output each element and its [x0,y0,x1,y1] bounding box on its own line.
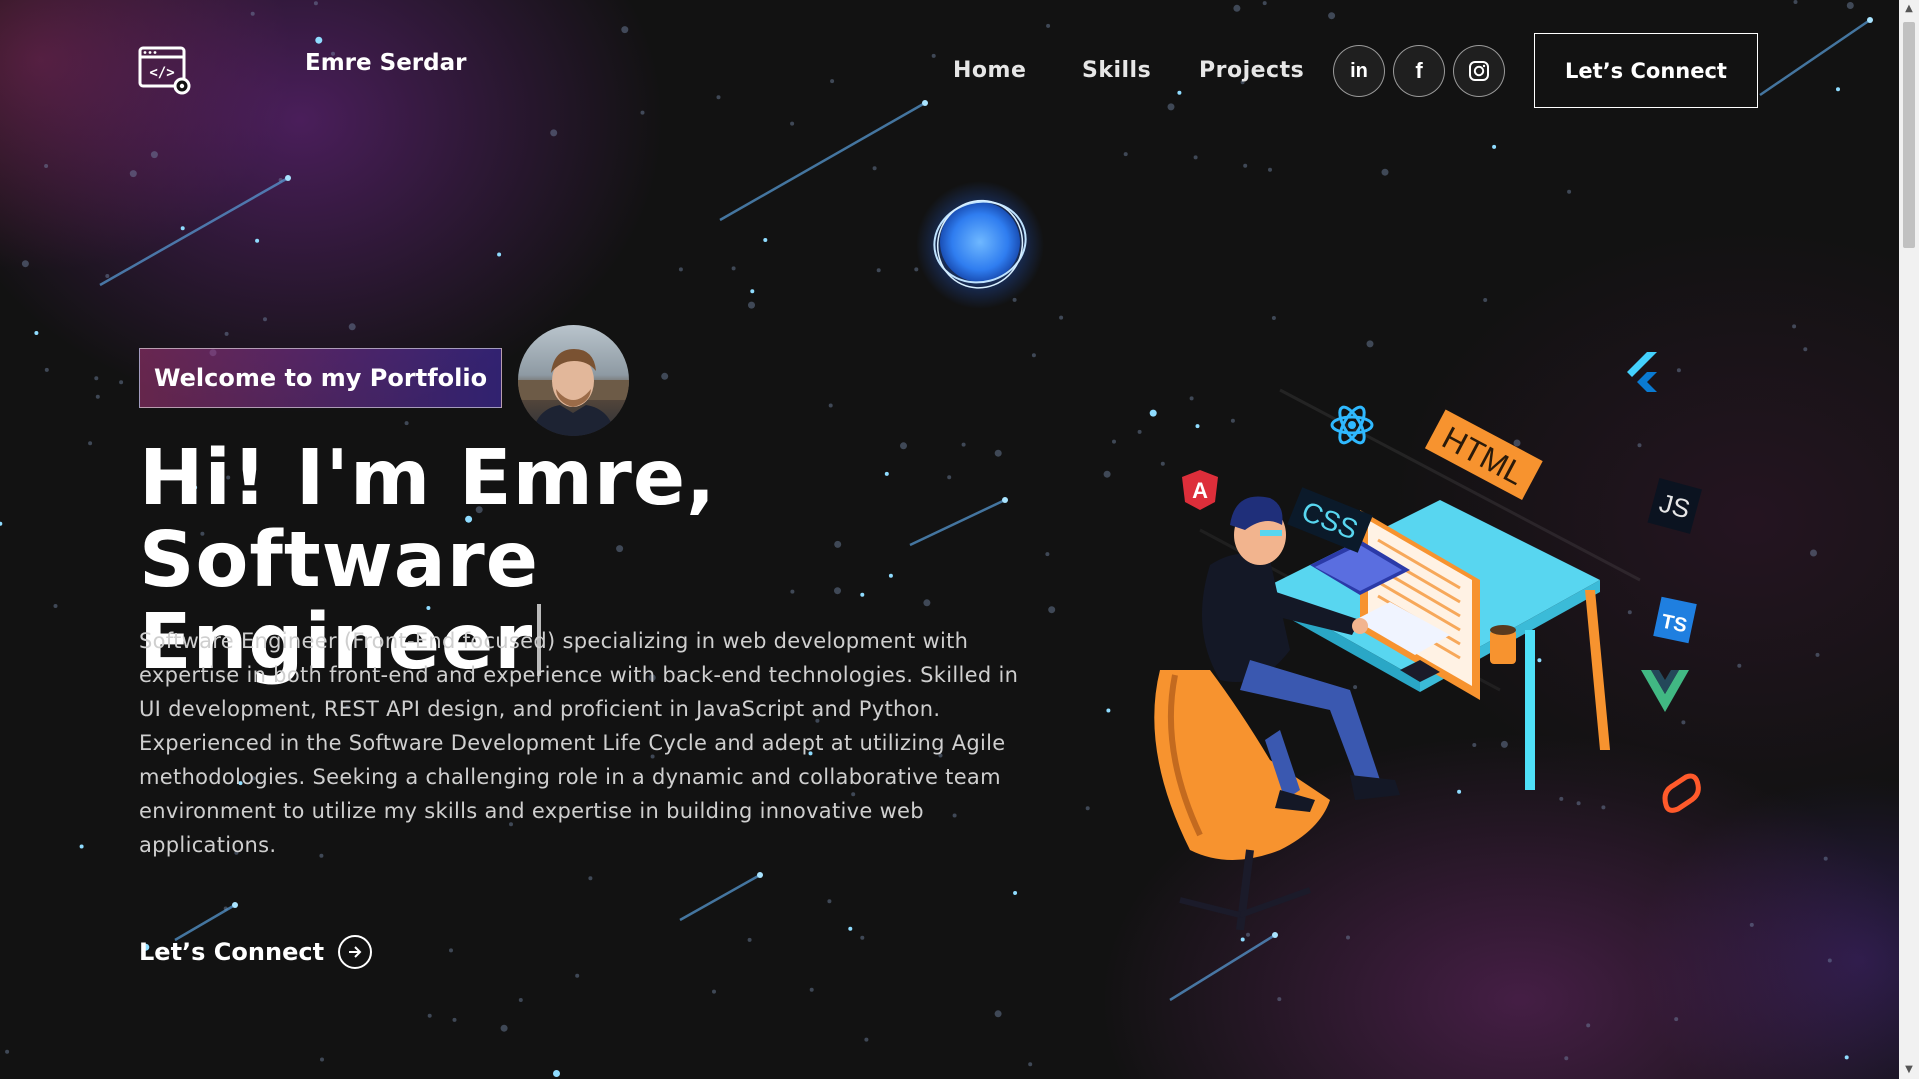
js-tag-icon: JS [1647,478,1702,534]
scrollbar[interactable]: ▲ ▼ [1899,0,1919,1079]
nav-link-home[interactable]: Home [953,58,1026,83]
scroll-up-arrow[interactable]: ▲ [1899,0,1919,18]
nav-link-skills[interactable]: Skills [1082,58,1151,83]
brand-name: Emre Serdar [305,50,467,76]
lets-connect-button[interactable]: Let’s Connect [1534,33,1758,108]
code-window-gear-icon[interactable]: </> [138,46,192,96]
scroll-thumb[interactable] [1903,22,1915,248]
facebook-button[interactable]: f [1393,45,1445,97]
scroll-down-arrow[interactable]: ▼ [1899,1061,1919,1079]
angular-icon: A [1182,470,1218,510]
hero-connect-link[interactable]: Let’s Connect [139,935,373,969]
linkedin-button[interactable]: in [1333,45,1385,97]
vue-icon [1641,670,1689,712]
react-icon [1330,405,1374,445]
nav-link-projects[interactable]: Projects [1199,58,1304,83]
facebook-icon: f [1415,58,1423,83]
svelte-icon [1662,773,1701,813]
svg-text:A: A [1192,478,1208,503]
svg-text:</>: </> [149,65,174,81]
developer-illustration: HTML CSS JS TS A [1154,352,1702,930]
avatar [518,325,629,436]
arrow-right-circle-icon [338,935,373,969]
headline-line-1: Hi! I'm Emre, Software [139,434,717,605]
welcome-tagline: Welcome to my Portfolio [139,348,503,408]
ts-tag-icon: TS [1653,596,1697,644]
html-tag-icon: HTML [1424,409,1543,500]
css-tag-icon: CSS [1287,487,1373,553]
navbar: </> Emre Serdar Home Skills Projects in … [0,0,1880,140]
planet-graphic [916,181,1044,309]
instagram-button[interactable] [1453,45,1505,97]
flutter-icon [1627,352,1657,392]
hero-connect-label: Let’s Connect [139,938,325,966]
instagram-icon [1469,61,1489,81]
linkedin-icon: in [1350,59,1368,82]
hero-bio: Software Engineer (Front-End focused) sp… [139,629,1019,857]
